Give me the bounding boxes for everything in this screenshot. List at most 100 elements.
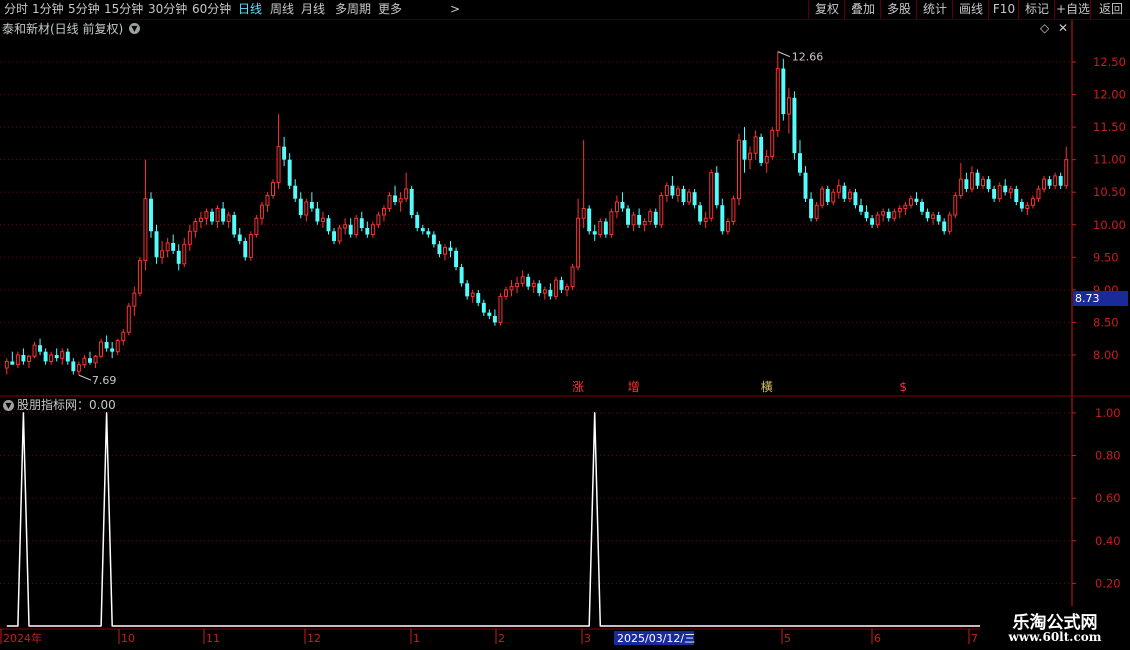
candle-body-85 xyxy=(476,293,481,303)
candle-body-9 xyxy=(54,354,59,359)
candle-body-184 xyxy=(1025,204,1030,209)
candle-body-151 xyxy=(842,185,847,199)
main-chart-title: 泰和新材(日线 前复权) xyxy=(2,22,124,36)
period-3[interactable]: 15分钟 xyxy=(104,1,143,18)
toolbar-button-3[interactable]: 统计 xyxy=(916,0,953,19)
candle-body-120 xyxy=(670,185,675,196)
candle-body-21 xyxy=(121,331,126,342)
period-8[interactable]: 月线 xyxy=(301,1,325,18)
toolbar-button-7[interactable]: +自选 xyxy=(1054,0,1091,19)
candle-body-132 xyxy=(736,139,741,200)
candle-body-89 xyxy=(498,295,503,323)
period-toolbar: 分时 1分钟 5分钟 15分钟 30分钟 60分钟 日线 周线 月线 多周期 更多 > 复权 叠加 多股 统计… xyxy=(0,0,1130,20)
signal-marker-3: $ xyxy=(899,380,907,394)
candle-body-70 xyxy=(393,195,398,202)
period-10[interactable]: 更多 xyxy=(378,1,402,18)
candle-body-144 xyxy=(803,172,808,199)
toolbar-button-0[interactable]: 复权 xyxy=(808,0,845,19)
candle-body-80 xyxy=(448,247,453,251)
indicator-tick-label-0: 0.20 xyxy=(1095,576,1121,590)
candle-body-107 xyxy=(598,221,603,236)
candle-body-175 xyxy=(975,172,980,186)
candle-body-36 xyxy=(204,211,209,219)
candle-body-114 xyxy=(637,215,642,225)
candle-body-122 xyxy=(681,188,686,202)
period-1[interactable]: 1分钟 xyxy=(32,1,64,18)
candle-body-24 xyxy=(137,260,142,294)
toolbar-button-1[interactable]: 叠加 xyxy=(844,0,881,19)
candle-body-158 xyxy=(881,211,886,216)
candle-body-30 xyxy=(171,242,176,251)
candle-body-90 xyxy=(504,289,508,297)
date-label-1: 10 xyxy=(121,632,135,645)
candle-body-174 xyxy=(969,172,974,190)
candle-body-4 xyxy=(26,355,31,362)
candle-body-162 xyxy=(903,204,908,209)
price-axis[interactable]: 8.008.509.009.5010.0010.5011.0011.5012.0… xyxy=(1071,19,1126,396)
candle-body-42 xyxy=(237,234,242,242)
period-2[interactable]: 5分钟 xyxy=(68,1,100,18)
candle-body-46 xyxy=(259,204,264,219)
toolbar-button-6[interactable]: 标记 xyxy=(1018,0,1055,19)
candle-body-166 xyxy=(925,211,930,219)
candle-body-113 xyxy=(631,214,636,226)
price-tick-label-3: 9.50 xyxy=(1093,250,1119,264)
signal-marker-1: 增 xyxy=(628,380,640,394)
candle-body-78 xyxy=(437,244,442,255)
candle-body-110 xyxy=(614,201,619,213)
diamond-icon[interactable]: ◇ xyxy=(1040,21,1049,35)
candle-body-142 xyxy=(792,97,797,154)
candle-body-88 xyxy=(492,315,497,323)
candle-body-176 xyxy=(981,178,985,187)
chevron-down-icon[interactable]: ▼ xyxy=(3,400,14,411)
candle-body-41 xyxy=(232,215,237,235)
candle-body-143 xyxy=(798,153,802,173)
candle-body-163 xyxy=(908,198,913,206)
candle-body-131 xyxy=(731,198,736,223)
current-price-tag: 8.73 xyxy=(1073,291,1128,306)
period-0[interactable]: 分时 xyxy=(4,1,28,18)
chevron-right-icon[interactable]: > xyxy=(450,1,460,18)
candle-body-74 xyxy=(415,215,420,229)
candle-body-69 xyxy=(387,194,392,209)
period-5[interactable]: 60分钟 xyxy=(192,1,231,18)
toolbar-button-5[interactable]: F10 xyxy=(988,0,1019,19)
candle-body-118 xyxy=(659,194,664,226)
toolbar-button-2[interactable]: 多股 xyxy=(880,0,917,19)
candle-body-129 xyxy=(720,205,725,232)
toolbar-button-4[interactable]: 画线 xyxy=(952,0,989,19)
candle-body-146 xyxy=(814,204,819,219)
date-label-6: 3 xyxy=(584,632,591,645)
price-tick-label-0: 8.00 xyxy=(1093,348,1119,362)
candle-body-109 xyxy=(609,211,614,236)
candle-body-156 xyxy=(870,218,875,225)
indicator-line xyxy=(6,412,1067,627)
candle-body-67 xyxy=(376,214,381,226)
period-4[interactable]: 30分钟 xyxy=(148,1,187,18)
candle-body-141 xyxy=(786,97,791,115)
toolbar-button-8[interactable]: 返回 xyxy=(1090,0,1130,19)
candle-body-33 xyxy=(187,230,192,245)
candle-body-134 xyxy=(748,152,753,161)
candle-body-61 xyxy=(343,224,348,229)
candle-body-126 xyxy=(703,217,708,223)
chevron-down-icon[interactable]: ▼ xyxy=(129,23,140,34)
price-tick-label-1: 8.50 xyxy=(1093,315,1119,329)
candle-body-173 xyxy=(964,179,969,189)
watermark: 乐淘公式网 www.60lt.com xyxy=(980,606,1130,650)
candle-body-159 xyxy=(886,211,891,219)
candle-body-57 xyxy=(320,217,325,223)
candle-body-111 xyxy=(620,201,625,209)
candle-body-20 xyxy=(115,340,120,353)
candle-body-12 xyxy=(71,361,76,372)
candle-body-179 xyxy=(997,185,1002,200)
candle-body-71 xyxy=(398,198,403,203)
gear-icon[interactable]: ✕ xyxy=(1058,21,1068,35)
indicator-axis[interactable]: 0.20 0.40 0.60 0.80 1.00 xyxy=(1071,397,1121,628)
candle-body-91 xyxy=(509,286,514,291)
period-9[interactable]: 多周期 xyxy=(335,1,371,18)
period-6[interactable]: 日线 xyxy=(238,1,262,18)
date-axis: 2024年 10 11 12 1 2 3 5 6 72025/03/12/三 xyxy=(0,628,980,645)
candle-body-99 xyxy=(553,279,558,297)
period-7[interactable]: 周线 xyxy=(270,1,294,18)
